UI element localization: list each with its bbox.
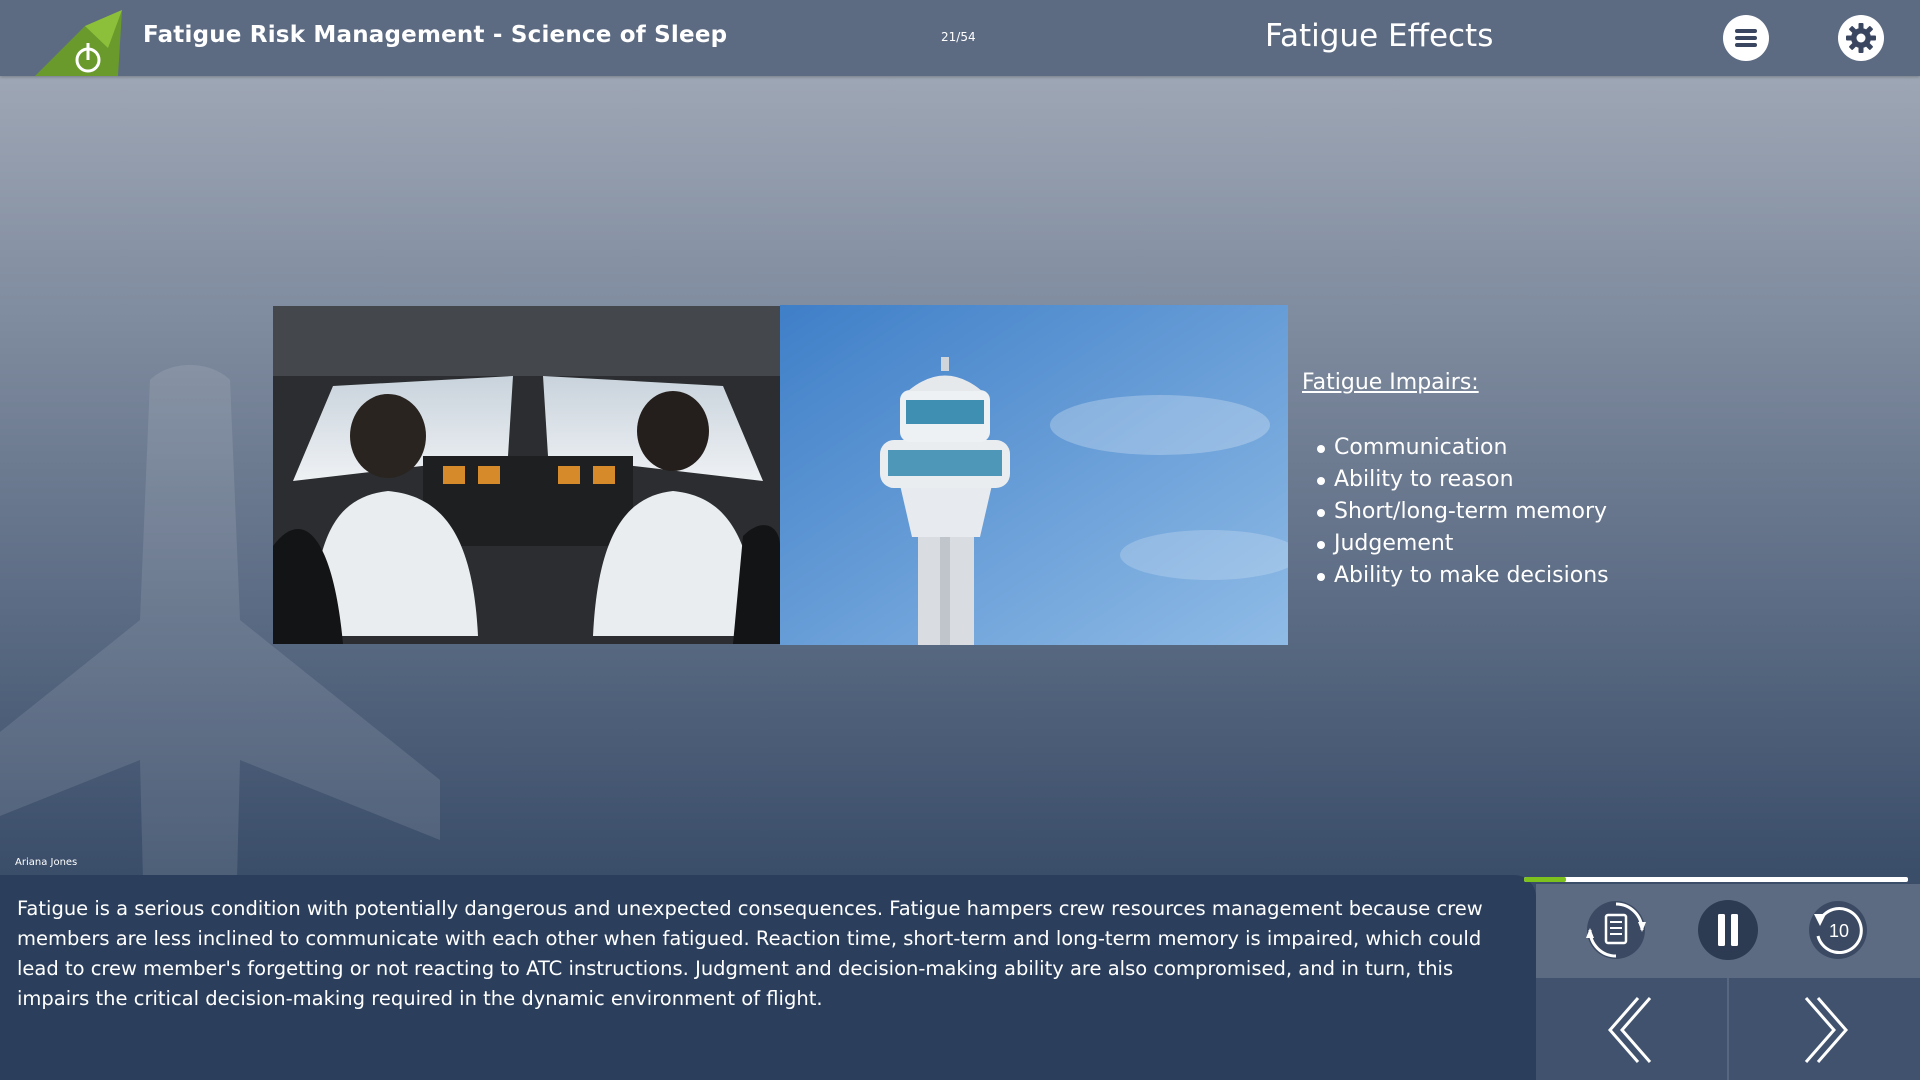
transcript-text: Fatigue is a serious condition with pote… (17, 897, 1483, 1010)
list-item: Communication (1315, 432, 1609, 464)
chevron-right-icon (1804, 997, 1848, 1063)
slide-title: Fatigue Effects (1265, 18, 1494, 54)
progress-bar[interactable] (1524, 877, 1908, 882)
control-tower-photo (780, 305, 1288, 645)
replay-seconds: 10 (1829, 921, 1849, 941)
nav-divider (1727, 978, 1729, 1080)
progress-fill (1524, 877, 1567, 882)
top-bar: Fatigue Risk Management - Science of Sle… (0, 0, 1920, 76)
transcript-panel: Fatigue is a serious condition with pote… (0, 875, 1536, 1080)
narrator-name: Ariana Jones (15, 857, 78, 868)
replay-10-icon: 10 (1809, 901, 1867, 959)
cockpit-pilots-photo (273, 306, 780, 644)
chevron-left-icon (1608, 997, 1652, 1063)
page-counter: 21/54 (941, 30, 976, 44)
transcript-toggle-icon (1586, 901, 1646, 959)
gear-icon (1846, 23, 1876, 53)
pause-icon (1698, 900, 1758, 960)
next-slide-button[interactable] (1784, 990, 1864, 1070)
list-item: Ability to reason (1315, 464, 1609, 496)
hamburger-menu-icon (1735, 29, 1757, 47)
previous-slide-button[interactable] (1592, 990, 1672, 1070)
replay-10-button[interactable]: 10 (1806, 898, 1870, 962)
impairs-list: Communication Ability to reason Short/lo… (1315, 432, 1609, 592)
list-item: Ability to make decisions (1315, 560, 1609, 592)
transcript-toggle-button[interactable] (1584, 898, 1648, 962)
pause-button[interactable] (1696, 898, 1760, 962)
list-item: Judgement (1315, 528, 1609, 560)
aircraft-tail-logo (35, 10, 122, 76)
menu-button[interactable] (1723, 15, 1769, 61)
impairs-heading: Fatigue Impairs: (1302, 370, 1479, 395)
list-item: Short/long-term memory (1315, 496, 1609, 528)
settings-button[interactable] (1838, 15, 1884, 61)
course-title: Fatigue Risk Management - Science of Sle… (143, 22, 728, 48)
